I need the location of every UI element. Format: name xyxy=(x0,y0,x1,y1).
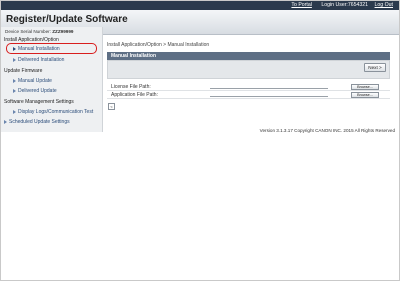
page-title: Register/Update Software xyxy=(6,14,128,25)
sidebar-item-label: Delivered Installation xyxy=(18,57,65,63)
sidebar-item-manual-installation[interactable]: Manual Installation xyxy=(13,46,60,52)
sidebar-item-label: Display Logs/Communication Test xyxy=(18,109,94,115)
sidebar-item-scheduled-update[interactable]: Scheduled Update Settings xyxy=(4,119,70,125)
arrow-icon xyxy=(13,78,16,83)
sidebar-item-delivered-update[interactable]: Delivered Update xyxy=(13,88,57,94)
serial-label: Device Serial Number: xyxy=(5,29,51,34)
logout-link[interactable]: Log Out xyxy=(375,2,393,8)
sidebar-item-label: Delivered Update xyxy=(18,88,57,94)
license-browse-button[interactable]: Browse... xyxy=(351,84,379,90)
login-user-label: Login User:7654321 xyxy=(321,2,369,8)
sidebar-item-label: Scheduled Update Settings xyxy=(9,119,70,125)
top-links: To Portal Login User:7654321 Log Out xyxy=(291,2,393,9)
panel-toolbar xyxy=(107,60,390,79)
panel-title: Manual Installation xyxy=(107,52,390,60)
device-serial: Device Serial Number: ZZZ99999 xyxy=(5,29,73,34)
sidebar-item-delivered-installation[interactable]: Delivered Installation xyxy=(13,57,64,63)
sidebar-item-manual-update[interactable]: Manual Update xyxy=(13,78,52,84)
top-bar: To Portal Login User:7654321 Log Out xyxy=(1,1,399,10)
arrow-icon xyxy=(13,109,16,114)
to-portal-link[interactable]: To Portal xyxy=(291,2,311,8)
breadcrumb: Install Application/Option > Manual Inst… xyxy=(107,42,210,48)
sidebar-item-label: Manual Installation xyxy=(18,46,60,52)
license-file-row: License File Path: Browse... xyxy=(107,83,390,91)
copyright-footer: Version 3.1.3.17 Copyright CANON INC. 20… xyxy=(259,128,395,133)
arrow-icon xyxy=(4,119,7,124)
application-file-row: Application File Path: Browse... xyxy=(107,91,390,99)
application-browse-button[interactable]: Browse... xyxy=(351,92,379,98)
back-button[interactable]: < xyxy=(108,103,115,110)
application-file-input[interactable] xyxy=(210,93,328,97)
license-file-input[interactable] xyxy=(210,85,328,89)
arrow-icon xyxy=(13,88,16,93)
sidebar-group-software-management: Software Management Settings xyxy=(4,99,74,105)
serial-value: ZZZ99999 xyxy=(52,29,74,34)
sidebar-item-display-logs[interactable]: Display Logs/Communication Test xyxy=(13,109,93,115)
license-file-label: License File Path: xyxy=(111,84,151,90)
sidebar-item-label: Manual Update xyxy=(18,78,52,84)
sidebar-group-firmware: Update Firmware xyxy=(4,68,43,74)
next-button[interactable]: Next > xyxy=(364,63,386,72)
arrow-icon xyxy=(13,57,16,62)
arrow-icon xyxy=(13,46,16,51)
application-file-label: Application File Path: xyxy=(111,92,158,98)
